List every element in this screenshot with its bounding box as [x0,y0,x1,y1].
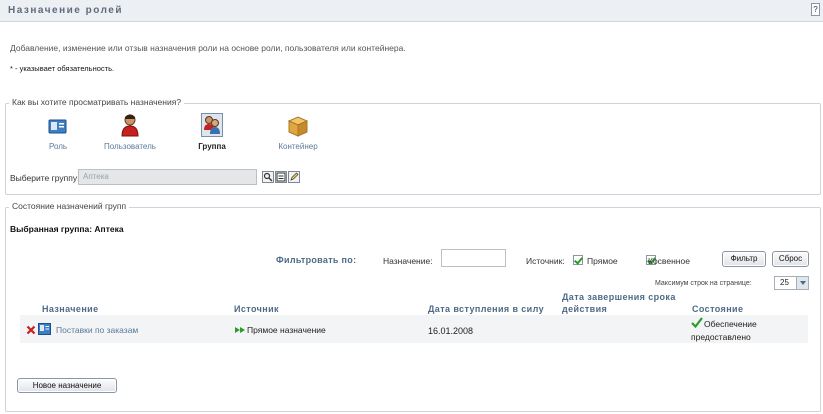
user-icon [119,113,141,137]
filter-button[interactable]: Фильтр [722,251,766,267]
check-icon [691,317,703,329]
chevron-down-icon [796,277,808,289]
history-icon[interactable] [275,171,287,183]
group-select-input[interactable]: Аптека [78,169,257,185]
delete-icon[interactable] [26,325,36,335]
container-icon [287,114,309,137]
row-start-date: 16.01.2008 [428,326,474,336]
col-assignment[interactable]: Назначение [42,304,99,314]
select-group-label: Выберите группу: [10,173,80,183]
row-status-line1: Обеспечение [704,319,757,329]
role-icon [38,323,51,335]
status-legend: Состояние назначений групп [9,201,130,211]
edit-icon[interactable] [288,171,300,183]
direct-checkbox-label: Прямое [587,256,618,266]
view-type-role-label: Роль [48,142,68,151]
direct-checkbox[interactable] [573,254,583,265]
direct-arrow-icon [234,325,248,335]
new-assignment-button[interactable]: Новое назначение [17,378,117,393]
row-source: Прямое назначение [247,325,326,335]
view-type-group[interactable]: Группа [177,113,247,151]
assignment-filter-label: Назначение: [383,256,433,266]
help-button[interactable]: ? [811,3,820,16]
row-status-line2: предоставлено [691,332,751,342]
max-rows-select[interactable]: 25 [774,276,809,290]
view-type-container-label: Контейнер [278,142,318,151]
col-end-date-line1[interactable]: Дата завершения срока [562,292,676,302]
view-legend: Как вы хотите просматривать назначения? [9,97,185,107]
max-rows-value: 25 [780,278,789,287]
source-filter-label: Источник: [526,256,565,266]
col-status[interactable]: Состояние [692,304,743,314]
filter-by-label: Фильтровать по: [276,255,357,265]
group-icon [201,113,223,137]
view-type-container[interactable]: Контейнер [263,114,333,151]
row-assignment-link[interactable]: Поставки по заказам [56,325,138,335]
col-source[interactable]: Источник [234,304,279,314]
view-type-role[interactable]: Роль [23,117,93,151]
max-rows-label: Максимум строк на странице: [655,280,752,287]
view-type-user-label: Пользователь [104,142,156,151]
col-end-date-line2[interactable]: действия [562,304,607,314]
view-type-group-label: Группа [198,142,226,151]
selected-group-text: Выбранная группа: Аптека [10,224,124,234]
col-start-date[interactable]: Дата вступления в силу [428,304,544,314]
required-note: * - указывает обязательность. [10,64,115,73]
indirect-checkbox-label: Косвенное [648,256,690,266]
lookup-icon[interactable] [262,171,274,183]
reset-button[interactable]: Сброс [772,251,809,267]
assignment-filter-input[interactable] [441,249,506,267]
view-type-user[interactable]: Пользователь [95,113,165,151]
intro-text: Добавление, изменение или отзыв назначен… [10,43,406,53]
page-title: Назначение ролей [8,5,124,16]
role-icon [47,117,69,137]
page-header [0,0,823,22]
